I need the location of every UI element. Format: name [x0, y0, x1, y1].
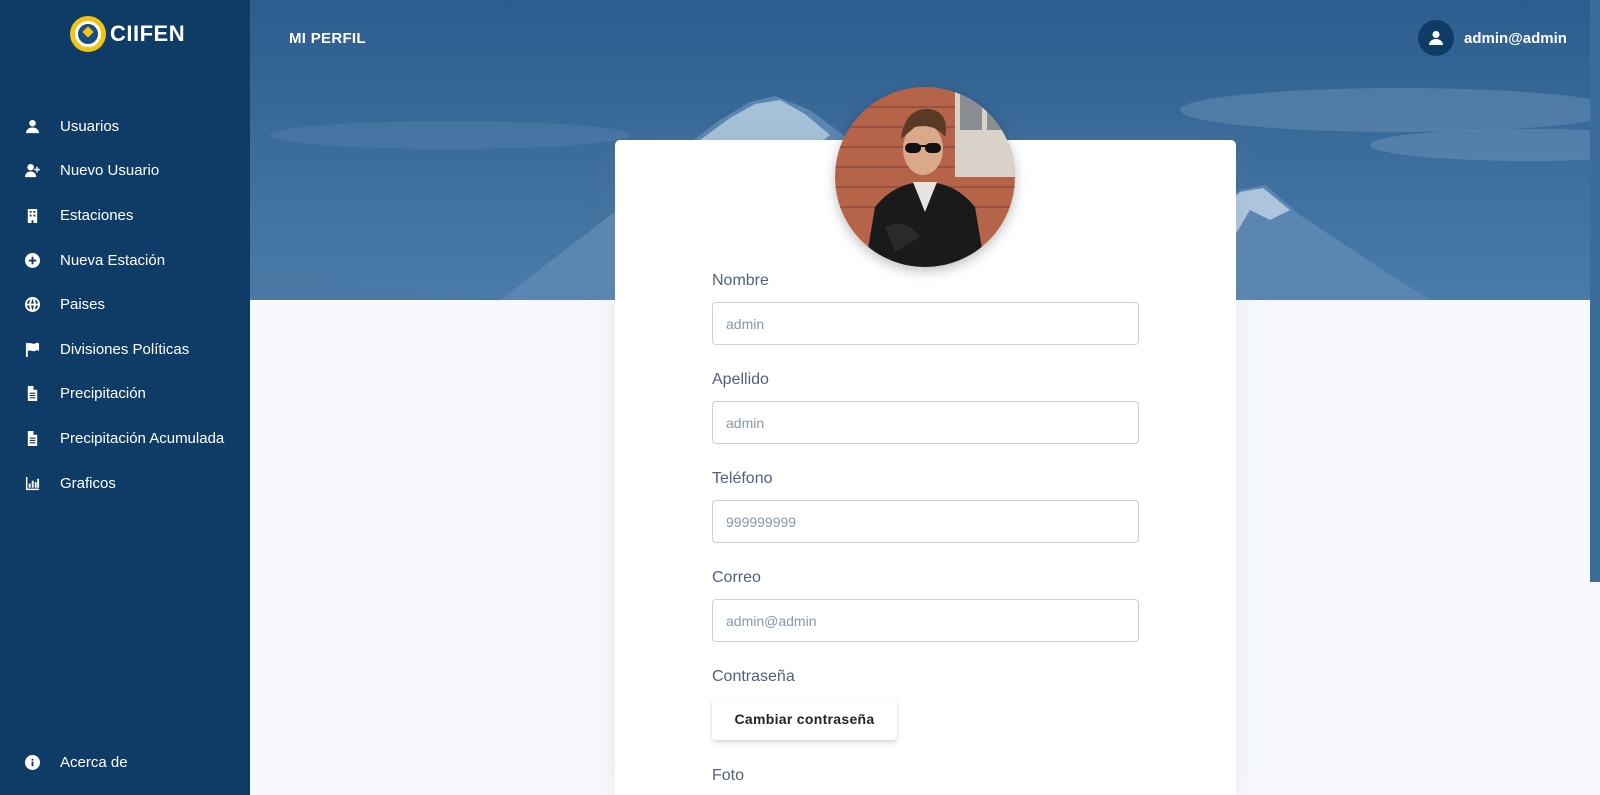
sidebar-item-label: Graficos — [60, 474, 116, 492]
user-plus-icon — [24, 163, 40, 179]
user-icon — [24, 118, 40, 134]
user-name: admin@admin — [1464, 29, 1567, 47]
chart-bar-icon — [24, 475, 40, 491]
sidebar-item-acerca-de[interactable]: Acerca de — [0, 740, 250, 785]
sidebar-item-label: Usuarios — [60, 117, 120, 135]
page-title: MI PERFIL — [289, 30, 366, 47]
sidebar-item-label: Acerca de — [60, 753, 128, 771]
sidebar-item-label: Precipitación — [60, 385, 146, 403]
telefono-label: Teléfono — [712, 470, 773, 487]
sidebar-item-paises[interactable]: Paises — [0, 282, 250, 327]
sidebar-item-label: Precipitación Acumulada — [60, 429, 225, 447]
flag-icon — [24, 341, 40, 357]
telefono-input[interactable] — [712, 500, 1139, 543]
brand-logo[interactable]: CIIFEN — [70, 16, 185, 52]
globe-icon — [24, 297, 40, 313]
user-menu[interactable]: admin@admin — [1418, 20, 1567, 56]
contrasena-label: Contraseña — [712, 668, 795, 685]
nombre-label: Nombre — [712, 272, 769, 289]
sidebar-item-label: Paises — [60, 296, 106, 314]
info-circle-icon — [24, 754, 40, 770]
avatar — [1418, 20, 1454, 56]
building-icon — [24, 207, 40, 223]
correo-label: Correo — [712, 569, 761, 586]
profile-photo — [835, 87, 1015, 267]
correo-input[interactable] — [712, 599, 1139, 642]
sidebar-item-label: Nuevo Usuario — [60, 162, 160, 180]
user-icon — [1429, 31, 1443, 45]
sidebar-item-precipitacion-acumulada[interactable]: Precipitación Acumulada — [0, 416, 250, 461]
plus-circle-icon — [24, 252, 40, 268]
sidebar-item-nuevo-usuario[interactable]: Nuevo Usuario — [0, 149, 250, 194]
sidebar-item-label: Estaciones — [60, 206, 134, 224]
apellido-label: Apellido — [712, 371, 769, 388]
sidebar: CIIFEN Usuarios Nuevo Usuario Estaciones… — [0, 0, 250, 795]
sidebar-item-label: Nueva Estación — [60, 251, 166, 269]
sidebar-item-estaciones[interactable]: Estaciones — [0, 193, 250, 238]
sidebar-item-divisiones-politicas[interactable]: Divisiones Políticas — [0, 327, 250, 372]
sidebar-item-nueva-estacion[interactable]: Nueva Estación — [0, 238, 250, 283]
sidebar-item-label: Divisiones Políticas — [60, 340, 190, 358]
apellido-input[interactable] — [712, 401, 1139, 444]
brand-name: CIIFEN — [110, 21, 186, 46]
file-icon — [24, 430, 40, 446]
sidebar-item-precipitacion[interactable]: Precipitación — [0, 372, 250, 417]
nombre-input[interactable] — [712, 302, 1139, 345]
sidebar-nav: Usuarios Nuevo Usuario Estaciones Nueva … — [0, 104, 250, 505]
sidebar-item-usuarios[interactable]: Usuarios — [0, 104, 250, 149]
scrollbar-track[interactable] — [1590, 0, 1600, 582]
logo-icon — [70, 16, 106, 52]
file-icon — [24, 386, 40, 402]
foto-label: Foto — [712, 767, 745, 784]
change-password-button[interactable]: Cambiar contraseña — [712, 698, 897, 740]
sidebar-item-graficos[interactable]: Graficos — [0, 461, 250, 506]
